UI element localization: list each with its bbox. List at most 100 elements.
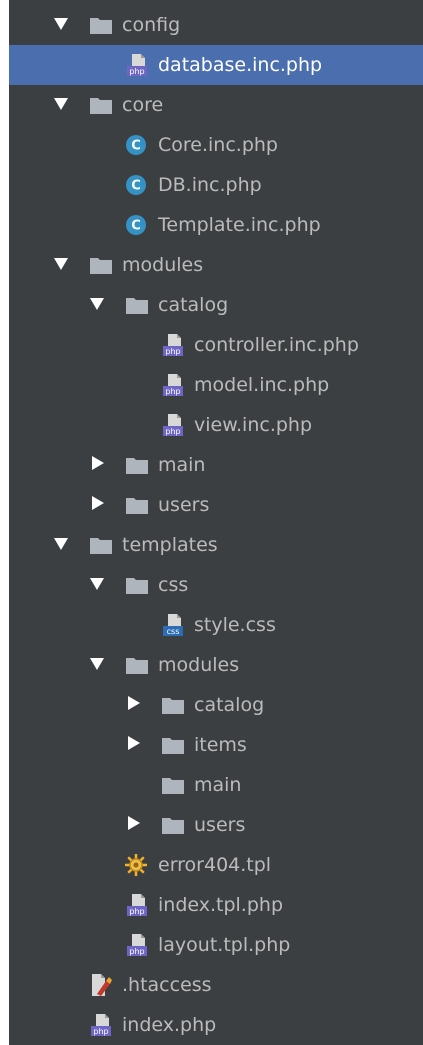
tree-item-label: main bbox=[158, 454, 206, 476]
tree-item-label: DB.inc.php bbox=[158, 174, 262, 196]
tree-file-row[interactable]: php layout.tpl.php bbox=[9, 925, 423, 965]
folder-icon bbox=[88, 253, 114, 277]
folder-icon bbox=[124, 653, 150, 677]
php-class-icon: C bbox=[124, 133, 150, 157]
tree-item-label: Core.inc.php bbox=[158, 134, 278, 156]
php-class-icon: C bbox=[124, 213, 150, 237]
php-file-icon: php bbox=[88, 1013, 114, 1037]
folder-icon bbox=[124, 453, 150, 477]
folder-icon bbox=[88, 93, 114, 117]
php-file-icon: php bbox=[124, 893, 150, 917]
tree-item-label: catalog bbox=[158, 294, 229, 316]
tree-item-label: modules bbox=[122, 254, 204, 276]
tree-folder-row[interactable]: users bbox=[9, 805, 423, 845]
tree-item-label: modules bbox=[158, 654, 240, 676]
folder-icon bbox=[124, 573, 150, 597]
tree-folder-row[interactable]: templates bbox=[9, 525, 423, 565]
collapse-arrow-icon[interactable] bbox=[128, 696, 140, 710]
expand-arrow-icon[interactable] bbox=[54, 18, 68, 30]
svg-text:php: php bbox=[129, 907, 144, 916]
tree-file-row[interactable]: C Core.inc.php bbox=[9, 125, 423, 165]
expand-arrow-icon[interactable] bbox=[54, 258, 68, 270]
css-file-icon: css bbox=[160, 613, 186, 637]
tree-file-row[interactable]: php model.inc.php bbox=[9, 365, 423, 405]
folder-icon bbox=[160, 693, 186, 717]
tree-folder-row[interactable]: config bbox=[9, 5, 423, 45]
tree-folder-row[interactable]: users bbox=[9, 485, 423, 525]
tree-file-row[interactable]: php database.inc.php bbox=[9, 45, 423, 85]
tree-item-label: view.inc.php bbox=[194, 414, 313, 436]
tree-file-row[interactable]: php index.php bbox=[9, 1005, 423, 1045]
tree-file-row[interactable]: css style.css bbox=[9, 605, 423, 645]
php-file-icon: php bbox=[160, 413, 186, 437]
php-file-icon: php bbox=[160, 333, 186, 357]
svg-text:C: C bbox=[131, 219, 141, 234]
tree-file-row[interactable]: php controller.inc.php bbox=[9, 325, 423, 365]
htaccess-file-icon bbox=[88, 973, 114, 997]
collapse-arrow-icon[interactable] bbox=[92, 496, 104, 510]
project-tree[interactable]: config php database.inc.php core C Core.inc.p… bbox=[9, 0, 423, 1045]
folder-icon bbox=[160, 813, 186, 837]
tree-item-label: database.inc.php bbox=[158, 54, 323, 76]
tree-item-label: model.inc.php bbox=[194, 374, 330, 396]
tree-folder-row[interactable]: core bbox=[9, 85, 423, 125]
expand-arrow-icon[interactable] bbox=[54, 538, 68, 550]
tree-folder-row[interactable]: catalog bbox=[9, 685, 423, 725]
folder-icon bbox=[124, 293, 150, 317]
tree-file-row[interactable]: php index.tpl.php bbox=[9, 885, 423, 925]
svg-text:php: php bbox=[129, 67, 144, 76]
tree-item-label: css bbox=[158, 574, 189, 596]
folder-icon bbox=[124, 493, 150, 517]
tree-item-label: style.css bbox=[194, 614, 276, 636]
tree-item-label: config bbox=[122, 14, 181, 36]
tree-folder-row[interactable]: modules bbox=[9, 245, 423, 285]
expand-arrow-icon[interactable] bbox=[90, 298, 104, 310]
tree-item-label: core bbox=[122, 94, 164, 116]
collapse-arrow-icon[interactable] bbox=[128, 736, 140, 750]
tree-folder-row[interactable]: css bbox=[9, 565, 423, 605]
tree-folder-row[interactable]: modules bbox=[9, 645, 423, 685]
svg-text:php: php bbox=[93, 1027, 108, 1036]
tree-folder-row[interactable]: main bbox=[9, 765, 423, 805]
tree-item-label: templates bbox=[122, 534, 218, 556]
tree-item-label: users bbox=[158, 494, 210, 516]
expand-arrow-icon[interactable] bbox=[90, 658, 104, 670]
tree-file-row[interactable]: error404.tpl bbox=[9, 845, 423, 885]
svg-text:php: php bbox=[129, 947, 144, 956]
php-file-icon: php bbox=[124, 53, 150, 77]
collapse-arrow-icon[interactable] bbox=[128, 816, 140, 830]
svg-text:C: C bbox=[131, 179, 141, 194]
collapse-arrow-icon[interactable] bbox=[92, 456, 104, 470]
tree-item-label: layout.tpl.php bbox=[158, 934, 291, 956]
tree-item-label: users bbox=[194, 814, 246, 836]
tree-file-row[interactable]: C DB.inc.php bbox=[9, 165, 423, 205]
expand-arrow-icon[interactable] bbox=[54, 98, 68, 110]
tree-file-row[interactable]: C Template.inc.php bbox=[9, 205, 423, 245]
tree-item-label: index.tpl.php bbox=[158, 894, 284, 916]
tree-file-row[interactable]: php view.inc.php bbox=[9, 405, 423, 445]
expand-arrow-icon[interactable] bbox=[90, 578, 104, 590]
php-file-icon: php bbox=[160, 373, 186, 397]
tree-folder-row[interactable]: main bbox=[9, 445, 423, 485]
tree-item-label: Template.inc.php bbox=[158, 214, 321, 236]
tree-folder-row[interactable]: catalog bbox=[9, 285, 423, 325]
folder-icon bbox=[160, 733, 186, 757]
svg-text:php: php bbox=[165, 387, 180, 396]
template-file-icon bbox=[124, 853, 150, 877]
tree-item-label: index.php bbox=[122, 1014, 217, 1036]
tree-folder-row[interactable]: items bbox=[9, 725, 423, 765]
tree-item-label: main bbox=[194, 774, 242, 796]
tree-item-label: controller.inc.php bbox=[194, 334, 359, 356]
php-file-icon: php bbox=[124, 933, 150, 957]
folder-icon bbox=[160, 773, 186, 797]
tree-item-label: catalog bbox=[194, 694, 265, 716]
svg-text:C: C bbox=[131, 139, 141, 154]
tree-file-row[interactable]: .htaccess bbox=[9, 965, 423, 1005]
folder-icon bbox=[88, 13, 114, 37]
tree-item-label: error404.tpl bbox=[158, 854, 272, 876]
svg-text:css: css bbox=[167, 627, 180, 636]
svg-text:php: php bbox=[165, 427, 180, 436]
php-class-icon: C bbox=[124, 173, 150, 197]
svg-text:php: php bbox=[165, 347, 180, 356]
tree-item-label: items bbox=[194, 734, 247, 756]
